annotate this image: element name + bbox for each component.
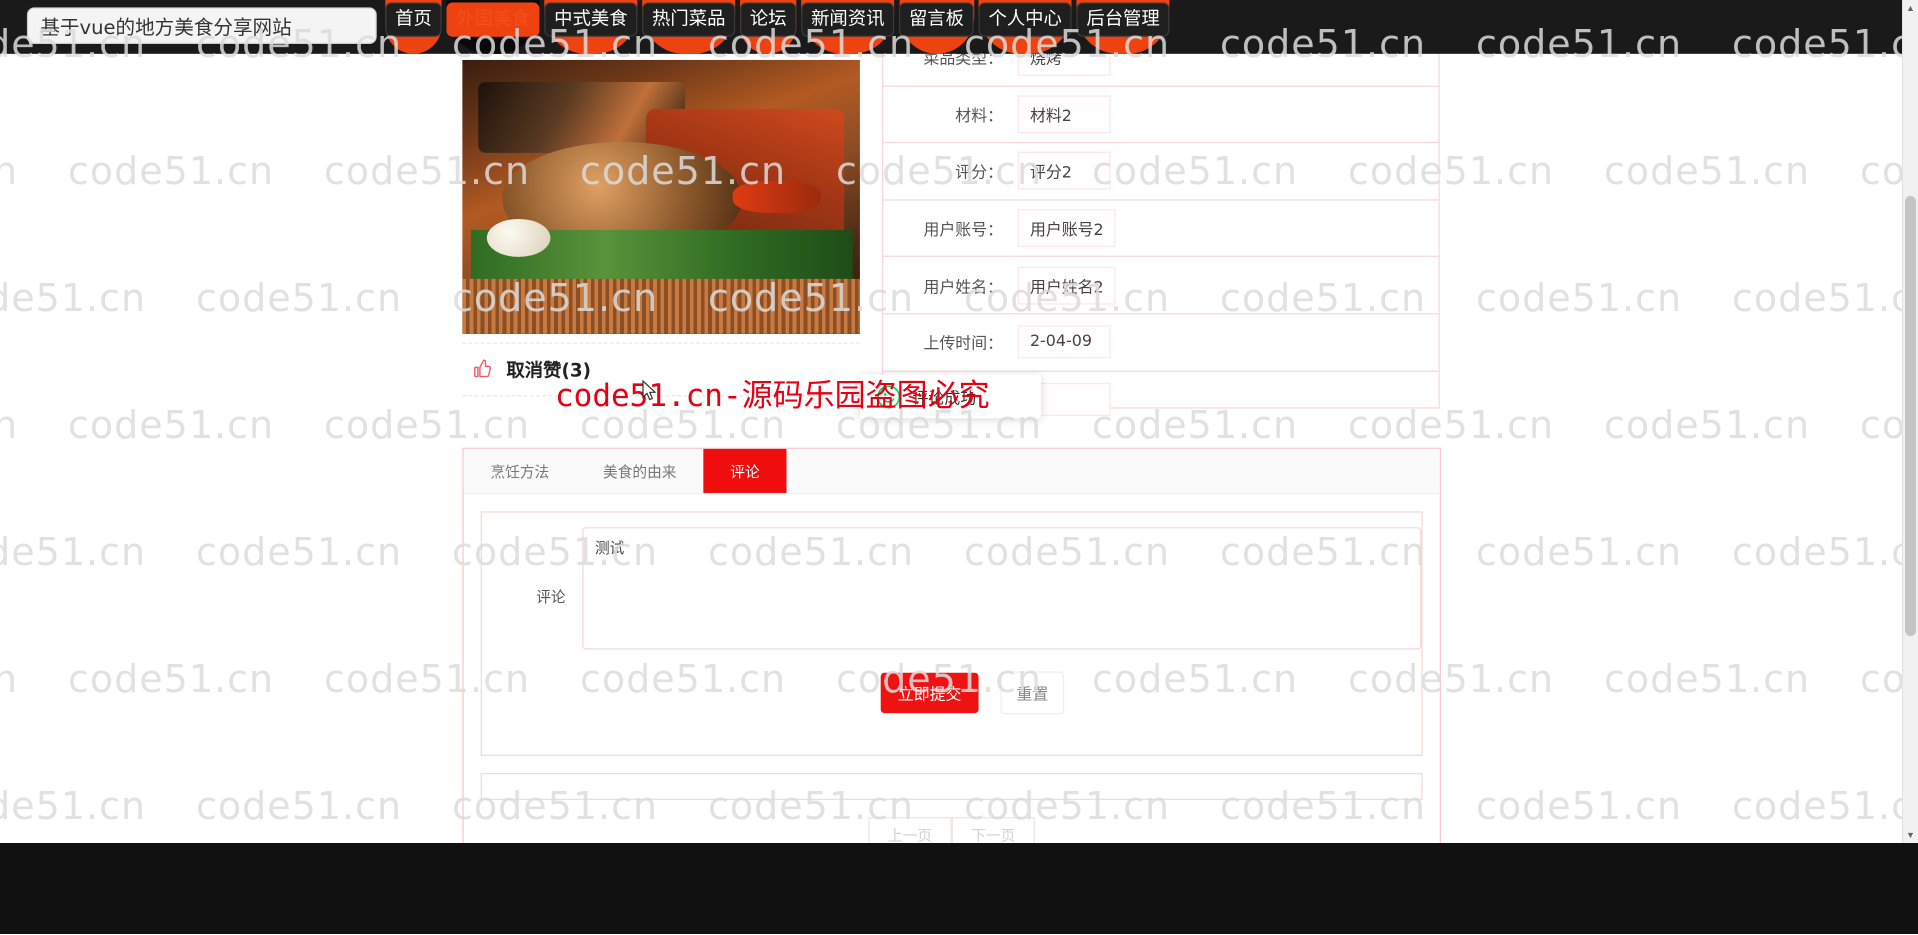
scroll-up-arrow[interactable]: ▲ <box>1906 3 1915 13</box>
reset-comment-button[interactable]: 重置 <box>1000 671 1065 715</box>
nav-item-8[interactable]: 后台管理 <box>1076 0 1170 54</box>
nav-item-label: 热门菜品 <box>642 2 736 37</box>
detail-row-value: 用户姓名2 <box>1017 266 1116 305</box>
nav-item-label: 个人中心 <box>978 2 1072 37</box>
nav-item-3[interactable]: 热门菜品 <box>642 0 736 54</box>
tab-2[interactable]: 评论 <box>703 448 787 493</box>
detail-row: 用户姓名： 用户姓名2 <box>883 257 1439 315</box>
nav-item-1[interactable]: 外国美食 <box>446 0 540 54</box>
dish-detail-table: 菜品类型： 烧烤 材料： 材料2 评分： 评分2 用户账号： 用户账号2 用户姓名： 用户姓名2 上… <box>881 29 1440 417</box>
nav-item-label: 留言板 <box>899 2 974 37</box>
comment-field-row: 评论 <box>482 513 1422 650</box>
detail-row: 上传时间： 2-04-09 <box>883 314 1439 372</box>
detail-row-label: 用户账号： <box>923 221 1004 240</box>
nav-item-2[interactable]: 中式美食 <box>544 0 638 54</box>
brand-title-box: 基于vue的地方美食分享网站 <box>26 7 377 45</box>
like-button[interactable]: 取消赞(3) <box>462 342 860 397</box>
detail-row: 评分： 评分2 <box>883 143 1439 201</box>
detail-row-value: 用户账号2 <box>1017 209 1116 248</box>
brand-title: 基于vue的地方美食分享网站 <box>40 15 292 40</box>
nav-item-4[interactable]: 论坛 <box>740 0 797 54</box>
nav-item-6[interactable]: 留言板 <box>899 0 974 54</box>
nav-item-0[interactable]: 首页 <box>385 0 442 54</box>
main-content: 取消赞(3) 菜品类型： 烧烤 材料： 材料2 评分： 评分2 用户账号： 用户账号2 用户姓名… <box>0 29 1918 935</box>
comment-form: 评论 立即提交 重置 <box>480 511 1423 756</box>
comment-form-actions: 立即提交 重置 <box>482 671 1421 715</box>
detail-row-value: 评分2 <box>1017 152 1111 191</box>
footer-strip <box>0 843 1918 934</box>
page-scrollbar[interactable]: ▲ ▼ <box>1902 0 1918 843</box>
comment-list <box>480 773 1423 800</box>
detail-row-label: 用户姓名： <box>923 278 1004 297</box>
toast-message: 评论成功 <box>912 389 977 408</box>
nav-item-label: 外国美食 <box>446 2 540 37</box>
scroll-down-arrow[interactable]: ▼ <box>1906 830 1915 840</box>
tab-bar: 烹饪方法 美食的由来 评论 <box>463 448 1440 495</box>
toast-notification: 评论成功 <box>859 374 1041 419</box>
detail-row-label: 上传时间： <box>923 335 1004 354</box>
detail-row: 用户账号： 用户账号2 <box>883 200 1439 258</box>
smiley-face-icon <box>877 384 901 408</box>
nav-item-7[interactable]: 个人中心 <box>978 0 1072 54</box>
comment-input[interactable] <box>582 527 1422 650</box>
nav-item-label: 中式美食 <box>544 2 638 37</box>
like-label: 取消赞(3) <box>506 359 592 382</box>
site-header: 基于vue的地方美食分享网站 首页 外国美食 中式美食 热门菜品 论坛 新闻资讯 留言板 个人… <box>0 0 1918 54</box>
main-nav: 首页 外国美食 中式美食 热门菜品 论坛 新闻资讯 留言板 个人中心 后台管理 <box>385 0 1174 54</box>
nav-item-label: 新闻资讯 <box>801 2 895 37</box>
scrollbar-thumb[interactable] <box>1905 196 1916 636</box>
detail-tabs-card: 烹饪方法美食的由来评论 评论 立即提交 重置 上一页 下一页 <box>462 447 1441 889</box>
detail-row: 材料： 材料2 <box>883 86 1439 144</box>
nav-item-label: 后台管理 <box>1076 2 1170 37</box>
nav-item-label: 首页 <box>385 2 442 37</box>
nav-item-5[interactable]: 新闻资讯 <box>801 0 895 54</box>
nav-item-label: 论坛 <box>740 2 797 37</box>
detail-row-label: 评分： <box>955 164 1004 183</box>
detail-row-value: 2-04-09 <box>1017 325 1111 359</box>
detail-row-value: 材料2 <box>1017 95 1111 134</box>
dish-image <box>462 59 860 334</box>
comment-label: 评论 <box>536 588 566 606</box>
submit-comment-button[interactable]: 立即提交 <box>880 672 979 714</box>
thumbs-up-icon <box>474 359 492 378</box>
tab-1[interactable]: 美食的由来 <box>576 449 703 493</box>
tab-0[interactable]: 烹饪方法 <box>464 449 577 493</box>
page-root: 基于vue的地方美食分享网站 首页 外国美食 中式美食 热门菜品 论坛 新闻资讯 留言板 个人… <box>0 0 1918 935</box>
detail-row-label: 材料： <box>955 107 1004 126</box>
